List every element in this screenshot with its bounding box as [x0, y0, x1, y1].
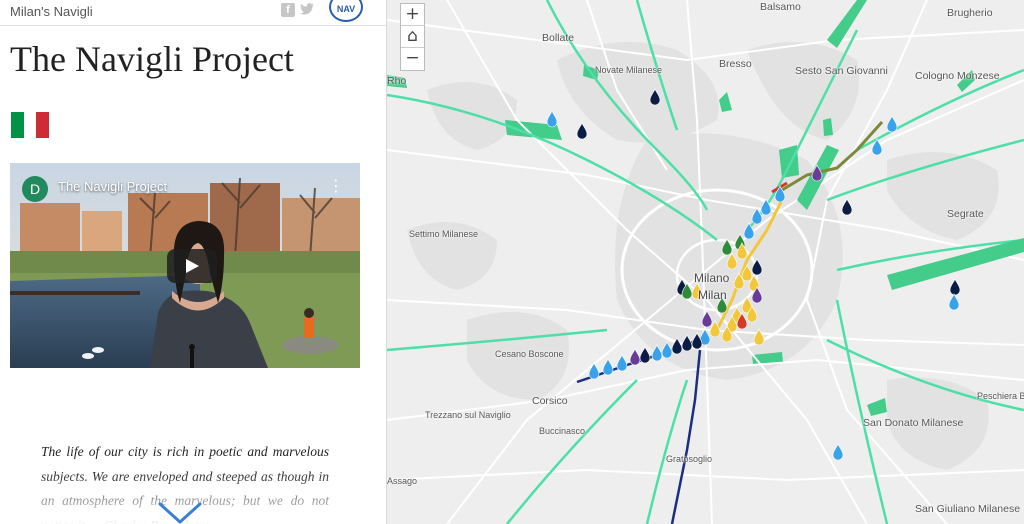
map-marker[interactable] — [949, 278, 961, 296]
flag-stripe — [36, 112, 50, 138]
flag-stripe — [11, 112, 24, 138]
zoom-controls: + ⌂ − — [400, 3, 425, 71]
more-options-icon[interactable]: ⋮ — [328, 178, 344, 194]
facebook-icon[interactable]: f — [281, 3, 295, 17]
map-marker[interactable] — [629, 348, 641, 366]
story-panel: Milan's Navigli f NAV The Navigli Projec… — [0, 0, 387, 524]
italy-flag-icon — [11, 112, 50, 138]
map-label: Novate Milanese — [595, 65, 663, 75]
map-label: Peschiera Borromeo — [977, 391, 1024, 401]
map-label: Assago — [387, 476, 418, 486]
map-label: Gratosoglio — [666, 454, 713, 464]
map-marker[interactable] — [616, 354, 628, 372]
map-label: Bollate — [542, 32, 575, 44]
map-marker[interactable] — [832, 443, 844, 461]
logo[interactable]: NAV — [329, 0, 363, 22]
map-marker[interactable] — [639, 346, 651, 364]
map-label: Rho — [387, 75, 407, 87]
flag-stripe — [23, 112, 37, 138]
video-title[interactable]: The Navigli Project — [58, 179, 167, 194]
naviglio-pavese — [670, 349, 702, 524]
map-label: Sesto San Giovanni — [795, 65, 888, 77]
video-player[interactable]: D The Navigli Project ⋮ — [10, 163, 360, 368]
map-label: San Giuliano Milanese — [915, 503, 1021, 515]
zoom-out-button[interactable]: − — [401, 48, 424, 70]
map-label: Trezzano sul Naviglio — [425, 410, 511, 420]
chevron-down-icon[interactable] — [156, 500, 204, 524]
map-label: Cologno Monzese — [915, 70, 1000, 82]
play-button[interactable] — [167, 249, 217, 283]
channel-avatar[interactable]: D — [22, 176, 48, 202]
map-marker[interactable] — [886, 115, 898, 133]
logo-text: NAV — [336, 4, 356, 14]
map-view[interactable]: Balsamo Brugherio Bollate Bresso Sesto S… — [387, 0, 1024, 524]
map-marker[interactable] — [841, 198, 853, 216]
map-label: Bresso — [719, 58, 752, 70]
map-label: Buccinasco — [539, 426, 586, 436]
map-label: Milano — [694, 271, 730, 285]
map-label: Settimo Milanese — [409, 229, 479, 239]
map-label: Segrate — [947, 208, 984, 220]
twitter-icon[interactable] — [300, 3, 314, 17]
map-marker[interactable] — [602, 358, 614, 376]
map-label: Corsico — [532, 395, 568, 407]
map-marker[interactable] — [948, 293, 960, 311]
header-bar: Milan's Navigli f NAV — [0, 0, 386, 26]
story-title: The Navigli Project — [10, 39, 294, 79]
zoom-in-button[interactable]: + — [401, 4, 424, 26]
map-marker[interactable] — [546, 110, 558, 128]
map-label: Brugherio — [947, 7, 993, 19]
map-label: Balsamo — [760, 1, 801, 13]
map-label: Cesano Boscone — [495, 349, 564, 359]
map-marker[interactable] — [588, 362, 600, 380]
map-label: San Donato Milanese — [863, 417, 964, 429]
home-button[interactable]: ⌂ — [401, 26, 424, 48]
app-title: Milan's Navigli — [10, 4, 93, 19]
map-marker[interactable] — [576, 122, 588, 140]
play-icon — [186, 259, 199, 273]
map-label: Milan — [698, 288, 727, 302]
